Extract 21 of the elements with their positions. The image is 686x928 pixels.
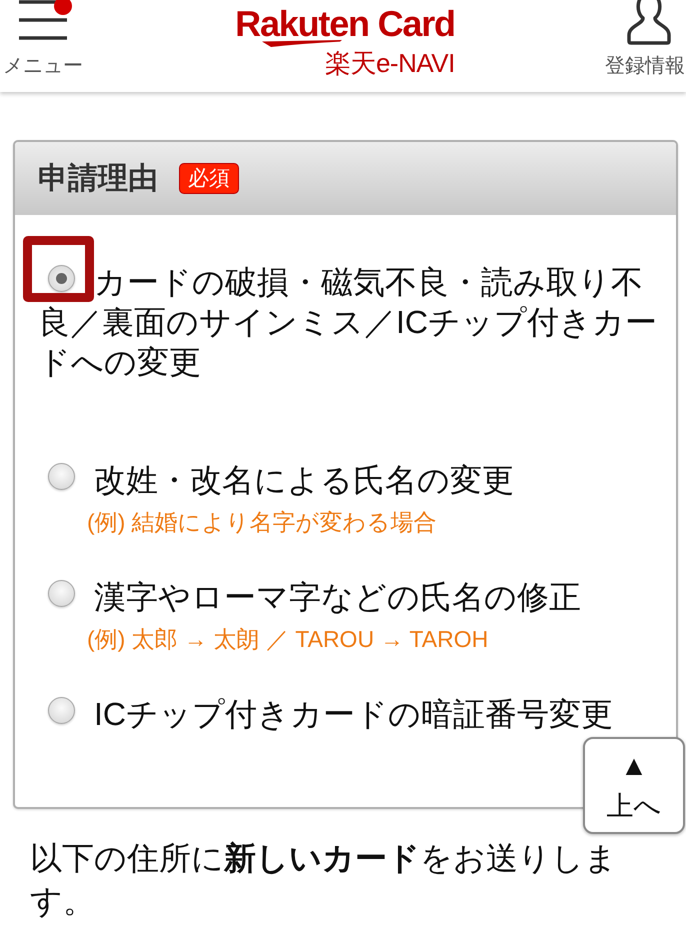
back-to-top-button[interactable]: ▲ 上へ bbox=[583, 737, 685, 834]
account-button[interactable]: 登録情報 bbox=[604, 0, 686, 78]
radio-button[interactable] bbox=[48, 580, 75, 607]
menu-icon bbox=[19, 0, 67, 40]
brand-wordmark: Rakuten Card bbox=[235, 5, 455, 43]
required-badge: 必須 bbox=[179, 163, 239, 194]
section-title: 申請理由 bbox=[38, 160, 158, 196]
service-name: 楽天e-NAVI bbox=[324, 48, 455, 78]
person-icon bbox=[626, 0, 672, 45]
menu-button[interactable]: メニュー bbox=[0, 0, 86, 78]
swoosh-icon bbox=[262, 40, 342, 47]
option-label[interactable]: 改姓・改名による氏名の変更 bbox=[38, 460, 514, 500]
radio-button[interactable] bbox=[48, 265, 75, 292]
radio-button[interactable] bbox=[48, 697, 75, 724]
notice-text: 以下の住所に新しいカードをお送りします。 bbox=[29, 839, 618, 921]
option-label[interactable]: カードの破損・磁気不良・読み取り不良／裏面のサインミス／ICチップ付きカードへの変更 bbox=[38, 262, 664, 382]
radio-button[interactable] bbox=[48, 463, 75, 490]
option-label[interactable]: ICチップ付きカードの暗証番号変更 bbox=[38, 694, 613, 734]
example-note: (例) 結婚により名字が変わる場合 bbox=[87, 508, 437, 537]
option-label[interactable]: 漢字やローマ字などの氏名の修正 bbox=[38, 577, 581, 617]
example-note: (例) 太郎 → 太朗 ／ TAROU → TAROH bbox=[87, 625, 488, 654]
